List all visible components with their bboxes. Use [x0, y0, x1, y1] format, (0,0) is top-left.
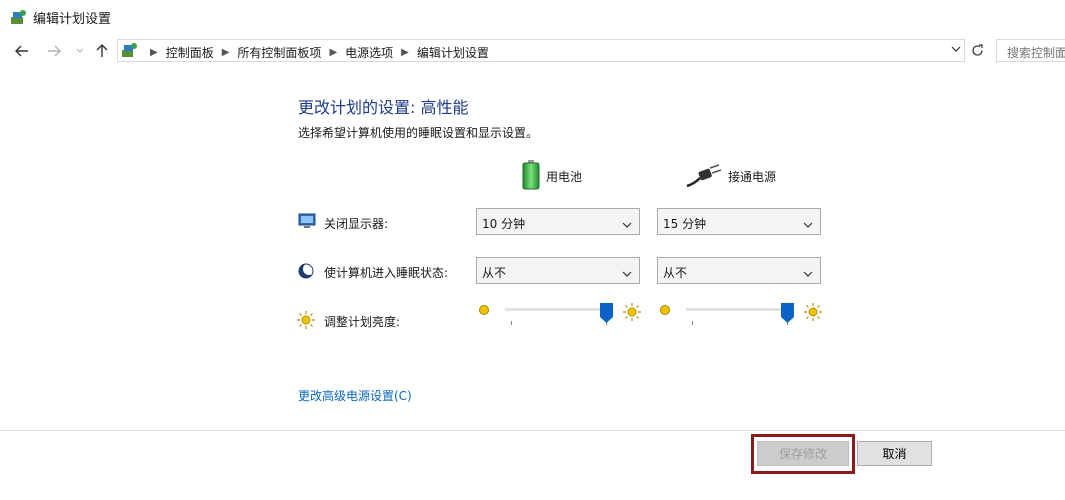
brightness-plugged-slider[interactable] — [658, 303, 828, 343]
battery-column-header: 用电池 — [522, 160, 582, 193]
dim-sun-icon — [658, 303, 672, 320]
advanced-power-settings-link[interactable]: 更改高级电源设置(C) — [298, 387, 412, 404]
brightness-battery-slider[interactable] — [477, 303, 647, 343]
address-bar[interactable]: ▶ 控制面板 ▶ 所有控制面板项 ▶ 电源选项 ▶ 编辑计划设置 — [117, 39, 965, 62]
chevron-down-icon — [803, 267, 813, 281]
moon-icon — [298, 263, 315, 282]
refresh-icon[interactable] — [966, 39, 988, 62]
bright-sun-icon — [804, 303, 822, 324]
footer-divider — [0, 430, 1065, 431]
brightness-sun-icon — [297, 311, 315, 332]
chevron-down-icon — [803, 218, 813, 232]
sleep-battery-value: 从不 — [482, 266, 507, 280]
sleep-label: 使计算机进入睡眠状态: — [324, 266, 449, 280]
search-input[interactable] — [996, 39, 1065, 62]
turn-off-display-label: 关闭显示器: — [324, 217, 389, 231]
chevron-down-icon — [622, 218, 632, 232]
forward-arrow-icon[interactable] — [44, 41, 64, 61]
breadcrumb-separator-icon[interactable]: ▶ — [401, 47, 409, 58]
breadcrumb-item-control-panel[interactable]: 控制面板 — [166, 44, 214, 61]
breadcrumb-separator-icon[interactable]: ▶ — [329, 47, 337, 58]
battery-icon — [522, 160, 540, 193]
breadcrumb-separator-icon[interactable]: ▶ — [222, 47, 230, 58]
page-description: 选择希望计算机使用的睡眠设置和显示设置。 — [298, 126, 539, 140]
slider-track[interactable] — [505, 308, 607, 311]
slider-ticks — [686, 321, 788, 327]
breadcrumb-item-power-options[interactable]: 电源选项 — [345, 44, 393, 61]
battery-column-label: 用电池 — [546, 170, 583, 184]
up-arrow-icon[interactable] — [92, 41, 112, 61]
display-battery-select[interactable]: 10 分钟 — [476, 208, 640, 235]
display-plugged-select[interactable]: 15 分钟 — [657, 208, 821, 235]
monitor-icon — [298, 213, 316, 232]
sleep-plugged-select[interactable]: 从不 — [657, 257, 821, 284]
save-changes-button[interactable]: 保存修改 — [757, 441, 849, 466]
chevron-down-icon — [622, 267, 632, 281]
dim-sun-icon — [477, 303, 491, 320]
back-arrow-icon[interactable] — [12, 41, 32, 61]
slider-thumb[interactable] — [780, 303, 794, 326]
breadcrumb-item-all-items[interactable]: 所有控制面板项 — [237, 44, 321, 61]
window-title: 编辑计划设置 — [33, 12, 112, 27]
display-plugged-value: 15 分钟 — [663, 217, 707, 231]
slider-thumb[interactable] — [599, 303, 613, 326]
plugged-in-column-label: 接通电源 — [728, 170, 777, 184]
cancel-button[interactable]: 取消 — [857, 441, 932, 466]
brightness-label: 调整计划亮度: — [324, 315, 401, 329]
recent-locations-chevron-icon[interactable] — [70, 41, 90, 61]
breadcrumb-item-edit-plan[interactable]: 编辑计划设置 — [417, 44, 489, 61]
control-panel-icon — [121, 42, 139, 62]
address-dropdown-chevron-icon[interactable] — [950, 43, 962, 58]
sleep-plugged-value: 从不 — [663, 266, 688, 280]
power-options-icon — [10, 8, 28, 29]
breadcrumb: ▶ 控制面板 ▶ 所有控制面板项 ▶ 电源选项 ▶ 编辑计划设置 — [142, 44, 489, 61]
breadcrumb-separator-icon: ▶ — [150, 47, 158, 58]
slider-track[interactable] — [686, 308, 788, 311]
display-battery-value: 10 分钟 — [482, 217, 526, 231]
page-title: 更改计划的设置: 高性能 — [298, 98, 469, 117]
plugged-in-column-header: 接通电源 — [686, 160, 776, 193]
navigation-bar: ▶ 控制面板 ▶ 所有控制面板项 ▶ 电源选项 ▶ 编辑计划设置 — [0, 36, 1065, 66]
title-bar: 编辑计划设置 — [0, 0, 1065, 34]
bright-sun-icon — [623, 303, 641, 324]
slider-ticks — [505, 321, 607, 327]
power-plug-icon — [686, 160, 722, 193]
sleep-battery-select[interactable]: 从不 — [476, 257, 640, 284]
